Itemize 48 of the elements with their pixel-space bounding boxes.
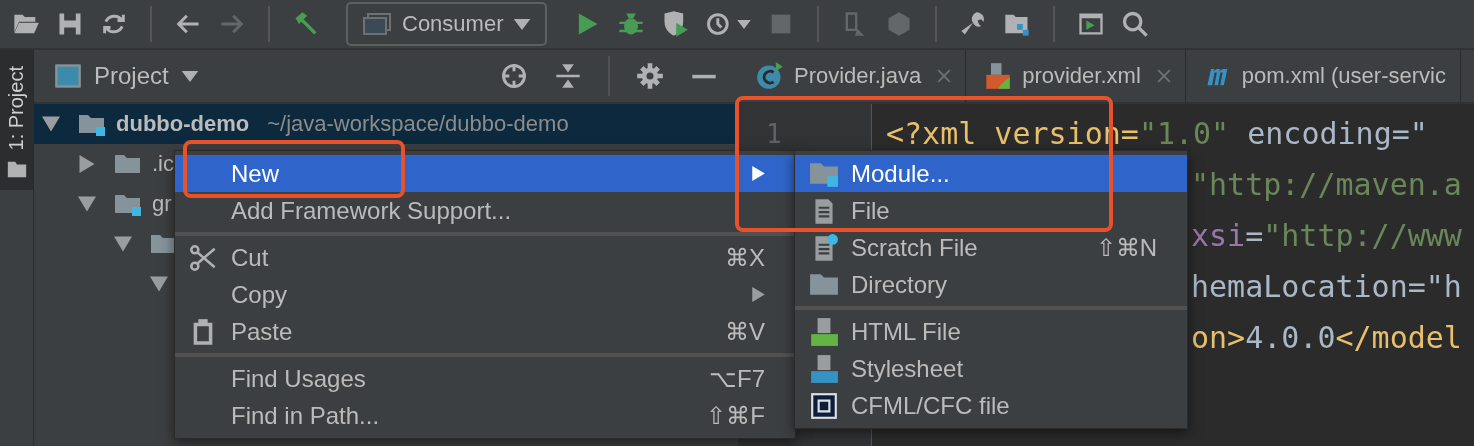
caret-icon [513, 18, 532, 30]
menu-item[interactable]: Paste ⌘V [175, 313, 795, 350]
menu-item[interactable]: Find in Path... ⇧⌘F [175, 397, 795, 434]
run-config-dropdown[interactable]: Consumer [346, 2, 548, 46]
menu-item[interactable]: Scratch File ⇧⌘N [795, 229, 1187, 266]
tree-item-label[interactable]: .ic [152, 151, 174, 177]
menu-item[interactable]: New [175, 155, 795, 192]
expanded-arrow-icon[interactable] [150, 275, 168, 293]
settings-icon[interactable] [636, 62, 664, 90]
xml-file-icon [984, 62, 1013, 90]
code-line: on>4.0.0</model [1191, 320, 1462, 355]
caret-icon [180, 70, 199, 82]
folder-icon [114, 152, 142, 176]
menu-item[interactable]: Directory [795, 266, 1187, 303]
code-line: hemaLocation="h [1191, 269, 1462, 304]
class-icon [756, 62, 784, 90]
menu-item[interactable]: Copy [175, 276, 795, 313]
collapsed-arrow-icon[interactable] [78, 155, 96, 173]
menu-item[interactable]: Stylesheet [795, 350, 1187, 387]
tree-item-path: ~/java-workspace/dubbo-demo [267, 111, 569, 137]
menu-item[interactable]: Cut ⌘X [175, 239, 795, 276]
collapse-icon[interactable] [554, 62, 582, 90]
expanded-arrow-icon[interactable] [78, 195, 96, 213]
crosshair-icon[interactable] [500, 62, 528, 90]
project-view-dropdown[interactable]: Project [54, 62, 199, 90]
menu-item[interactable]: Find Usages ⌥F7 [175, 360, 795, 397]
editor-tab[interactable]: Provider.java [738, 50, 967, 102]
menu-item[interactable]: Add Framework Support... [175, 192, 795, 229]
panel-icon [54, 62, 82, 90]
windows-icon [362, 12, 392, 36]
module-folder-icon [114, 192, 142, 216]
tree-item-label[interactable]: gr [152, 191, 172, 217]
code-line: xsi="http://www [1191, 218, 1462, 253]
css-file-icon [809, 353, 839, 384]
menu-item[interactable]: CFML/CFC file [795, 387, 1187, 424]
editor-tab[interactable]: pom.xml (user-servic [1185, 50, 1461, 102]
expanded-arrow-icon[interactable] [114, 235, 132, 253]
cf-file-icon [809, 390, 839, 421]
scissors-icon [189, 243, 217, 272]
code-line: "http://maven.a [1191, 167, 1462, 202]
menu-item[interactable]: HTML File [795, 313, 1187, 350]
expanded-arrow-icon[interactable] [42, 115, 60, 133]
project-tool-tab[interactable]: 1: Project [0, 50, 33, 191]
editor-tab[interactable]: provider.xml [966, 50, 1186, 102]
html-file-icon [809, 316, 839, 347]
tree-item-label[interactable]: dubbo-demo [116, 111, 250, 137]
module-folder-icon [78, 112, 106, 136]
menu-item[interactable]: Module... [795, 155, 1187, 192]
